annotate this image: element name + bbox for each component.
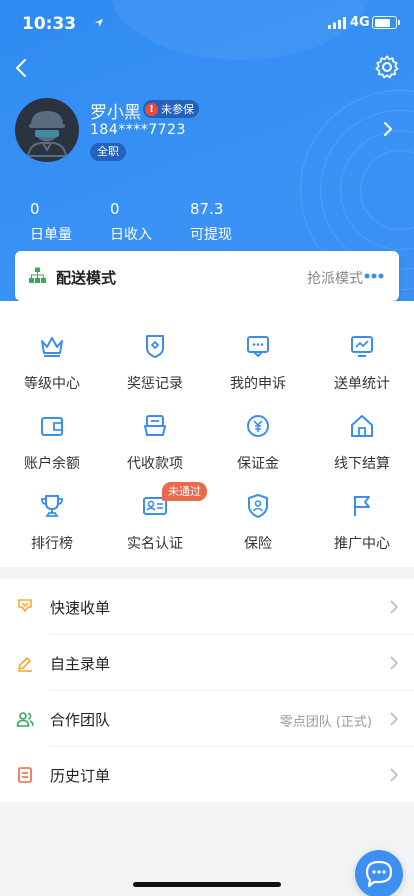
grid-item-label: 等级中心: [24, 376, 80, 392]
signal-icon: [328, 17, 346, 29]
message-icon: [247, 336, 269, 358]
team-icon: [16, 712, 34, 727]
stat-value: 87.3: [190, 200, 224, 218]
chevron-right-icon: [390, 656, 399, 670]
chevron-right-icon: [390, 712, 399, 726]
delivery-mode-label: 配送模式: [56, 269, 117, 287]
stat-withdrawable[interactable]: 87.3 可提现: [190, 200, 232, 244]
delivery-mode-value: 抢派模式: [307, 271, 363, 287]
more-dots-icon[interactable]: [364, 273, 384, 279]
yen-coin-icon: [247, 415, 269, 437]
grid-item-label: 线下结算: [334, 456, 390, 472]
warning-icon: !: [145, 102, 158, 116]
grid-item-label: 保险: [244, 536, 272, 552]
grid-item-label: 送单统计: [334, 376, 390, 392]
menu-item-partner-team[interactable]: 合作团队 零点团队 (正式): [0, 691, 414, 747]
insurance-status-text: 未参保: [161, 103, 194, 116]
battery-icon: [372, 16, 400, 29]
grid-item-real-name-verification[interactable]: 实名认证: [103, 493, 207, 563]
menu-item-manual-entry[interactable]: 自主录单: [0, 635, 414, 691]
chevron-right-icon: [390, 768, 399, 782]
wallet-icon: [41, 417, 63, 436]
shield-badge-icon: [146, 335, 164, 358]
grid-item-label: 排行榜: [31, 536, 73, 552]
grid-item-offline-settlement[interactable]: 线下结算: [310, 413, 414, 483]
settings-gear-icon[interactable]: [374, 54, 400, 80]
menu-item-value: 零点团队 (正式): [279, 715, 372, 730]
grid-item-insurance[interactable]: 保险: [206, 493, 310, 563]
quick-receive-icon: [18, 599, 32, 612]
grid-item-level-center[interactable]: 等级中心: [0, 333, 104, 403]
home-indicator: [133, 882, 281, 887]
grid-item-delivery-stats[interactable]: 送单统计: [310, 333, 414, 403]
profile-chevron-right-icon[interactable]: [381, 121, 395, 137]
trophy-icon: [41, 495, 63, 517]
house-icon: [351, 415, 373, 437]
user-phone: 184****7723: [90, 122, 186, 138]
avatar[interactable]: [15, 98, 79, 162]
grid-item-label: 我的申诉: [230, 376, 286, 392]
grid-item-leaderboard[interactable]: 排行榜: [0, 493, 104, 563]
menu-item-label: 合作团队: [50, 711, 111, 729]
insurance-status-badge[interactable]: ! 未参保: [143, 100, 199, 118]
back-icon[interactable]: [10, 56, 34, 80]
grid-item-label: 推广中心: [334, 536, 390, 552]
menu-item-label: 自主录单: [50, 655, 111, 673]
stat-daily-income[interactable]: 0 日收入: [110, 200, 152, 244]
network-type: 4G: [350, 15, 370, 30]
user-name: 罗小黑: [90, 103, 141, 123]
grid-item-rewards[interactable]: 奖惩记录: [103, 333, 207, 403]
status-time: 10:33: [22, 14, 77, 34]
stat-label: 日收入: [110, 227, 152, 243]
job-type-badge: 全职: [90, 143, 126, 161]
grid-item-deposit[interactable]: 保证金: [206, 413, 310, 483]
delivery-mode-card[interactable]: 配送模式 抢派模式: [15, 251, 399, 301]
grid-item-account-balance[interactable]: 账户余额: [0, 413, 104, 483]
menu-item-quick-receive[interactable]: 快速收单: [0, 579, 414, 635]
grid-item-label: 账户余额: [24, 456, 80, 472]
stat-value: 0: [30, 200, 40, 218]
grid-item-appeals[interactable]: 我的申诉: [206, 333, 310, 403]
grid-item-promotion-center[interactable]: 推广中心: [310, 493, 414, 563]
stat-label: 日单量: [30, 227, 72, 243]
grid-item-label: 奖惩记录: [127, 376, 183, 392]
grid-item-label: 保证金: [237, 456, 279, 472]
stat-daily-orders[interactable]: 0 日单量: [30, 200, 72, 244]
order-history-icon: [18, 767, 32, 783]
status-bar: 10:33 4G: [0, 0, 414, 48]
menu-item-order-history[interactable]: 历史订单: [0, 747, 414, 803]
grid-item-collections[interactable]: 代收款项: [103, 413, 207, 483]
chevron-right-icon: [390, 600, 399, 614]
menu-item-label: 快速收单: [50, 599, 111, 617]
chat-bubble-icon: [365, 860, 393, 888]
flag-icon: [354, 496, 370, 516]
customer-service-button[interactable]: [355, 850, 403, 896]
chart-monitor-icon: [351, 336, 373, 357]
location-arrow-icon: [95, 19, 103, 27]
org-chart-icon: [29, 267, 46, 283]
verification-failed-badge: 未通过: [162, 482, 207, 501]
stat-label: 可提现: [190, 227, 232, 243]
battery-level: [374, 18, 390, 27]
menu-item-label: 历史订单: [50, 767, 111, 785]
pencil-icon: [18, 657, 32, 672]
menu-list: 快速收单 自主录单 合作团队 零点团队 (正式) 历史订单: [0, 579, 414, 802]
courier-avatar-icon: [26, 111, 68, 157]
grid-item-label: 代收款项: [127, 456, 183, 472]
crown-icon: [41, 337, 63, 357]
shield-person-icon: [248, 494, 268, 518]
grid-item-label: 实名认证: [127, 536, 183, 552]
stat-value: 0: [110, 200, 120, 218]
card-stack-icon: [144, 415, 166, 436]
